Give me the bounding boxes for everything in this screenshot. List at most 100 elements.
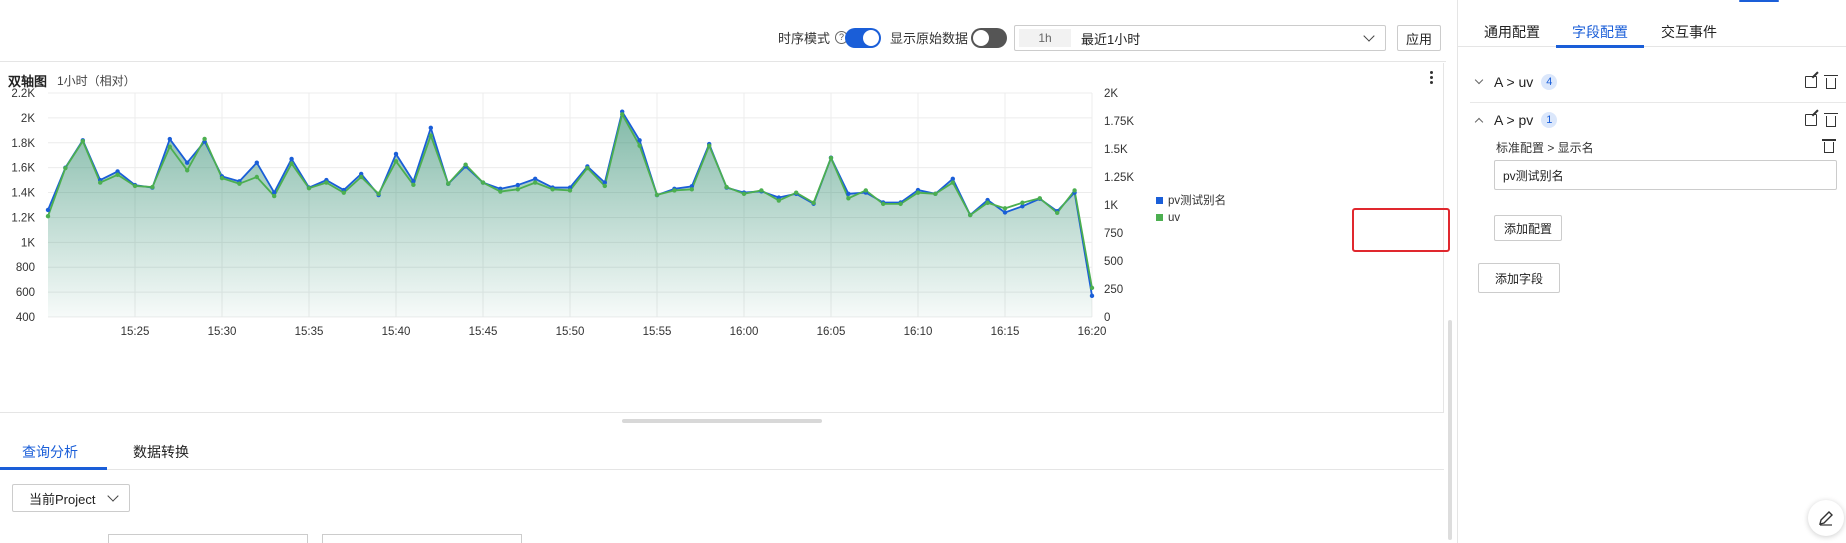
uv-data-point (324, 180, 329, 185)
uv-data-point (689, 187, 694, 192)
uv-data-point (776, 198, 781, 203)
legend-label: pv测试别名 (1168, 193, 1226, 207)
uv-data-point (950, 180, 955, 185)
resize-handle[interactable] (622, 419, 822, 423)
left-axis-tick-label: 1.4K (11, 188, 35, 200)
uv-data-point (1020, 200, 1025, 205)
uv-data-point (98, 180, 103, 185)
time-range-text: 最近1小时 (1081, 31, 1141, 47)
trash-icon[interactable] (1822, 139, 1836, 153)
time-range-tag: 1h (1019, 29, 1071, 47)
right-axis-tick-label: 500 (1104, 256, 1123, 268)
uv-data-point (45, 214, 51, 219)
legend-label: uv (1168, 212, 1180, 224)
left-axis-tick-label: 1K (21, 237, 35, 249)
x-axis-tick-label: 15:25 (121, 326, 150, 338)
legend-swatch (1156, 214, 1163, 221)
uv-data-point (724, 184, 729, 190)
row-actions (1805, 74, 1838, 89)
pv-data-point (254, 160, 259, 165)
config-tabs: 通用配置 字段配置 交互事件 (1458, 14, 1846, 48)
pv-data-point (515, 182, 520, 188)
uv-data-point (359, 174, 364, 180)
display-name-input[interactable] (1494, 160, 1837, 190)
pv-data-point (637, 138, 642, 143)
add-field-button[interactable]: 添加字段 (1478, 263, 1560, 293)
uv-data-point (637, 143, 642, 148)
left-axis-tick-label: 1.2K (11, 212, 35, 224)
project-select[interactable]: 当前Project (12, 484, 130, 512)
uv-data-point (411, 182, 416, 188)
right-axis-tick-label: 2K (1104, 88, 1118, 100)
left-axis-tick-label: 2K (21, 113, 35, 125)
trash-icon[interactable] (1824, 74, 1838, 89)
uv-data-point (80, 138, 86, 144)
uv-data-point (185, 168, 190, 173)
apply-button[interactable]: 应用 (1397, 25, 1441, 51)
field-row-pv[interactable]: A > pv 1 (1474, 110, 1838, 130)
edit-icon[interactable] (1805, 113, 1817, 126)
timeseries-mode-text: 时序模式 (778, 31, 831, 46)
timeseries-mode-toggle[interactable] (845, 28, 881, 48)
uv-data-point (985, 200, 990, 205)
uv-data-point (794, 190, 799, 195)
uv-data-point (515, 187, 520, 192)
uv-data-point (863, 188, 868, 193)
pv-data-point (1002, 210, 1008, 215)
divider (1470, 102, 1846, 103)
left-axis-tick-label: 800 (16, 262, 35, 274)
uv-data-point (480, 180, 486, 185)
uv-data-point (881, 201, 886, 207)
tab-general-config[interactable]: 通用配置 (1484, 22, 1540, 42)
count-badge: 1 (1541, 112, 1558, 128)
count-badge: 4 (1541, 74, 1558, 90)
pv-data-point (45, 207, 51, 213)
uv-data-point (828, 155, 834, 161)
x-axis-tick-label: 16:00 (730, 326, 759, 338)
x-axis-tick-label: 15:30 (208, 326, 237, 338)
left-axis-tick-label: 1.6K (11, 163, 35, 175)
left-axis-tick-label: 400 (16, 312, 35, 324)
uv-data-point (654, 192, 660, 198)
row-actions (1805, 112, 1838, 127)
vertical-scrollbar[interactable] (1448, 320, 1452, 540)
uv-data-point (463, 162, 468, 167)
trash-icon[interactable] (1824, 112, 1838, 127)
right-axis-tick-label: 750 (1104, 228, 1123, 240)
uv-data-point (202, 136, 207, 142)
add-config-button[interactable]: 添加配置 (1494, 215, 1562, 241)
x-axis-tick-label: 15:35 (295, 326, 324, 338)
uv-data-point (846, 196, 851, 201)
uv-data-point (393, 159, 399, 164)
right-axis-tick-label: 1K (1104, 200, 1118, 212)
tab-field-config[interactable]: 字段配置 (1572, 22, 1628, 42)
tab-data-transform[interactable]: 数据转换 (133, 442, 189, 462)
uv-data-point (306, 186, 312, 191)
partial-input[interactable] (108, 534, 308, 543)
legend-swatch (1156, 197, 1163, 204)
uv-data-point (811, 200, 816, 205)
x-axis-tick-label: 15:40 (382, 326, 411, 338)
time-range-select[interactable]: 1h 最近1小时 (1014, 25, 1386, 51)
field-label: A > uv (1494, 74, 1534, 90)
field-row-uv[interactable]: A > uv 4 (1474, 72, 1838, 92)
x-axis-tick-label: 16:10 (904, 326, 933, 338)
uv-data-point (533, 180, 538, 185)
uv-data-point (272, 193, 277, 199)
raw-data-toggle[interactable] (971, 28, 1007, 48)
edit-fab-button[interactable] (1808, 500, 1844, 536)
raw-data-text: 显示原始数据 (890, 31, 969, 46)
tab-query-analysis[interactable]: 查询分析 (22, 442, 78, 462)
edit-icon[interactable] (1805, 75, 1817, 88)
partial-input[interactable] (322, 534, 522, 543)
project-select-value: 当前Project (29, 491, 96, 507)
uv-data-point (115, 172, 120, 177)
uv-data-point (237, 181, 242, 186)
uv-data-point (150, 184, 155, 190)
tab-interaction-events[interactable]: 交互事件 (1661, 22, 1717, 42)
uv-data-point (898, 201, 903, 207)
chevron-down-icon (107, 490, 119, 502)
chevron-up-icon (1474, 117, 1484, 126)
uv-data-point (550, 187, 555, 192)
uv-data-point (741, 191, 747, 196)
